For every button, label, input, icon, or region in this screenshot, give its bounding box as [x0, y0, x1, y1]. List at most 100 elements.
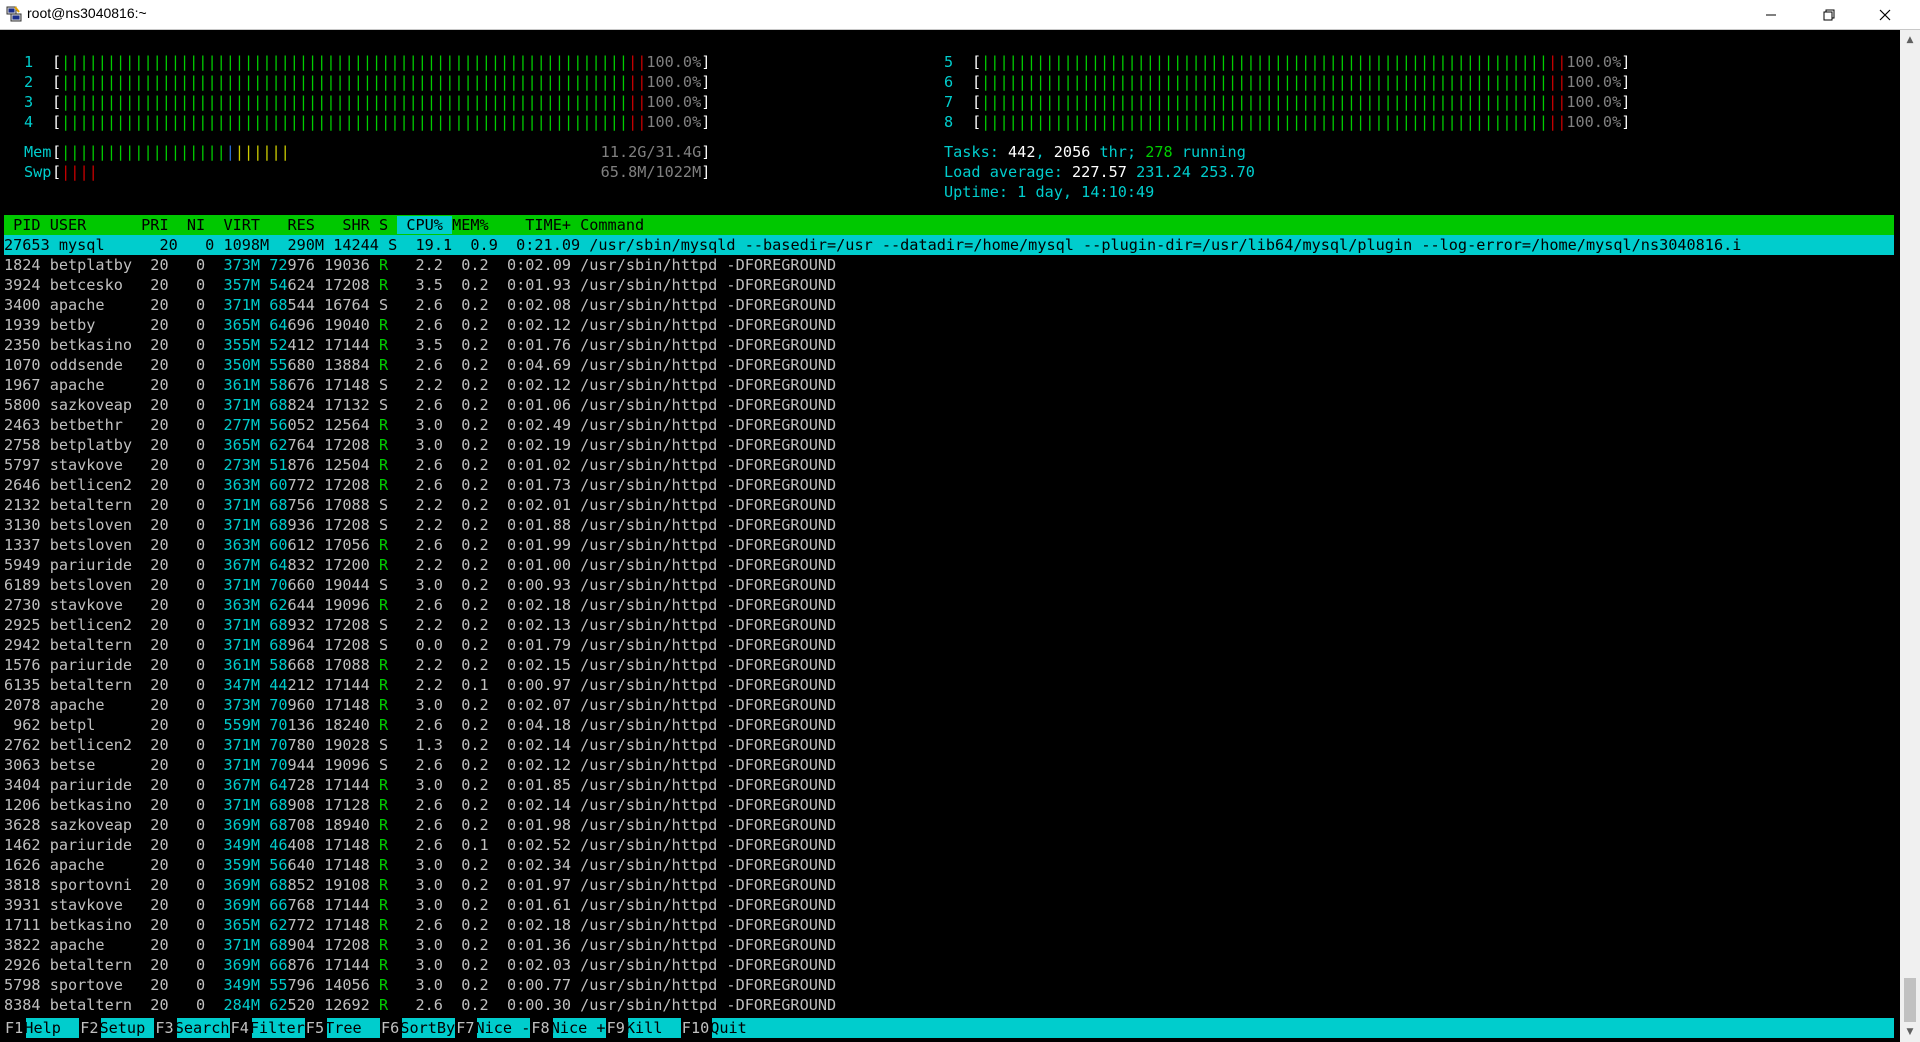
cpu-meter: 7 [|||||||||||||||||||||||||||||||||||||… [944, 92, 1630, 112]
scroll-up-icon[interactable]: ▲ [1900, 30, 1920, 50]
fkey-f4[interactable]: F4 [229, 1018, 252, 1038]
fkey-label-f2[interactable]: Setup [100, 1018, 146, 1038]
table-row[interactable]: 8384 betaltern 20 0 284M 62520 12692 R 2… [4, 995, 836, 1015]
table-row[interactable]: 2350 betkasino 20 0 355M 52412 17144 R 3… [4, 335, 836, 355]
fkey-f1[interactable]: F1 [4, 1018, 27, 1038]
table-row[interactable]: 1824 betplatby 20 0 373M 72976 19036 R 2… [4, 255, 836, 275]
column-header-pid[interactable]: PID [4, 216, 50, 234]
fkey-label-f5[interactable]: Tree [325, 1018, 362, 1038]
fkey-f2[interactable]: F2 [79, 1018, 102, 1038]
table-row[interactable]: 3931 stavkove 20 0 369M 66768 17144 R 3.… [4, 895, 836, 915]
table-row[interactable]: 1626 apache 20 0 359M 56640 17148 R 3.0 … [4, 855, 836, 875]
fkey-label-f3[interactable]: Search [175, 1018, 230, 1038]
table-row[interactable]: 1070 oddsende 20 0 350M 55680 13884 R 2.… [4, 355, 836, 375]
table-row[interactable]: 3818 sportovni 20 0 369M 68852 19108 R 3… [4, 875, 836, 895]
table-row[interactable]: 2463 betbethr 20 0 277M 56052 12564 R 3.… [4, 415, 836, 435]
cell-user: betkasino [49, 796, 142, 814]
cell-command: /usr/sbin/httpd -DFOREGROUND [580, 476, 837, 494]
table-row[interactable]: 6135 betaltern 20 0 347M 44212 17144 R 2… [4, 675, 836, 695]
fkey-f10[interactable]: F10 [680, 1018, 713, 1038]
fkey-label-f7[interactable]: Nice - [476, 1018, 531, 1038]
table-row[interactable]: 2078 apache 20 0 373M 70960 17148 R 3.0 … [4, 695, 836, 715]
cpu-bracket-open: [ [52, 113, 62, 131]
column-header-shr[interactable]: SHR [324, 216, 379, 234]
vertical-scrollbar[interactable]: ▲ ▼ [1900, 30, 1920, 1042]
minimize-button[interactable] [1748, 0, 1794, 29]
fkey-label-f9[interactable]: Kill [626, 1018, 663, 1038]
cell-time: 0:02.19 [497, 436, 581, 454]
fkey-label-f6[interactable]: SortBy [400, 1018, 455, 1038]
cell-command: /usr/sbin/httpd -DFOREGROUND [580, 716, 837, 734]
table-row[interactable]: 3404 pariuride 20 0 367M 64728 17144 R 3… [4, 775, 836, 795]
table-row[interactable]: 2926 betaltern 20 0 369M 66876 17144 R 3… [4, 955, 836, 975]
cell-state: R [378, 836, 398, 854]
table-row[interactable]: 1337 betsloven 20 0 363M 60612 17056 R 2… [4, 535, 836, 555]
column-header-virt[interactable]: VIRT [214, 216, 269, 234]
table-row[interactable]: 1576 pariuride 20 0 361M 58668 17088 R 2… [4, 655, 836, 675]
table-row[interactable]: 5949 pariuride 20 0 367M 64832 17200 R 2… [4, 555, 836, 575]
fkey-f8[interactable]: F8 [530, 1018, 553, 1038]
table-row[interactable]: 5798 sportove 20 0 349M 55796 14056 R 3.… [4, 975, 836, 995]
fkey-label-f10[interactable]: Quit [710, 1018, 747, 1038]
table-row[interactable]: 3628 sazkoveap 20 0 369M 68708 18940 R 2… [4, 815, 836, 835]
fkey-f9[interactable]: F9 [605, 1018, 628, 1038]
table-row[interactable]: 1967 apache 20 0 361M 58676 17148 S 2.2 … [4, 375, 836, 395]
terminal-area[interactable]: 1 [|||||||||||||||||||||||||||||||||||||… [0, 30, 1900, 1042]
table-row[interactable]: 3130 betsloven 20 0 371M 68936 17208 S 2… [4, 515, 836, 535]
fkey-label-f8[interactable]: Nice + [551, 1018, 606, 1038]
table-row[interactable]: 2762 betlicen2 20 0 371M 70780 19028 S 1… [4, 735, 836, 755]
table-row[interactable]: 962 betpl 20 0 559M 70136 18240 R 2.6 0.… [4, 715, 836, 735]
column-header-res[interactable]: RES [269, 216, 324, 234]
table-row[interactable]: 3063 betse 20 0 371M 70944 19096 S 2.6 0… [4, 755, 836, 775]
column-header-mem-percent[interactable]: MEM% [452, 216, 498, 234]
cell-state: R [378, 436, 398, 454]
cell-res: 60612 [269, 536, 324, 554]
cell-cpu-percent: 2.6 [397, 756, 453, 774]
table-row[interactable]: 5797 stavkove 20 0 273M 51876 12504 R 2.… [4, 455, 836, 475]
table-row[interactable]: 5800 sazkoveap 20 0 371M 68824 17132 S 2… [4, 395, 836, 415]
fkey-f7[interactable]: F7 [455, 1018, 478, 1038]
column-header-state[interactable]: S [379, 216, 397, 234]
table-row[interactable]: 1711 betkasino 20 0 365M 62772 17148 R 2… [4, 915, 836, 935]
cell-user: betaltern [49, 956, 142, 974]
table-row[interactable]: 2942 betaltern 20 0 371M 68964 17208 S 0… [4, 635, 836, 655]
close-button[interactable] [1862, 0, 1908, 29]
fkey-f3[interactable]: F3 [154, 1018, 177, 1038]
column-header-cpu-percent[interactable]: CPU% [397, 216, 453, 234]
table-row[interactable]: 2925 betlicen2 20 0 371M 68932 17208 S 2… [4, 615, 836, 635]
scrollbar-thumb[interactable] [1904, 978, 1916, 1022]
column-header-time[interactable]: TIME+ [498, 216, 580, 234]
res-thousands: 70 [269, 576, 288, 594]
selected-process-row[interactable]: 27653 mysql 20 0 1098M 290M 14244 S 19.1… [4, 235, 1894, 255]
res-units: 936 [287, 516, 325, 534]
table-row[interactable]: 1206 betkasino 20 0 371M 68908 17128 R 2… [4, 795, 836, 815]
cell-shr: 17088 [324, 656, 379, 674]
table-row[interactable]: 3822 apache 20 0 371M 68904 17208 R 3.0 … [4, 935, 836, 955]
cell-res: 44212 [269, 676, 324, 694]
table-row[interactable]: 1939 betby 20 0 365M 64696 19040 R 2.6 0… [4, 315, 836, 335]
fkey-f6[interactable]: F6 [380, 1018, 403, 1038]
process-list[interactable]: 1824 betplatby 20 0 373M 72976 19036 R 2… [4, 255, 836, 1015]
restore-button[interactable] [1806, 0, 1852, 29]
process-table-header[interactable]: PID USER PRI NI VIRT RES SHR S CPU% MEM%… [4, 215, 1894, 235]
table-row[interactable]: 1462 pariuride 20 0 349M 46408 17148 R 2… [4, 835, 836, 855]
scroll-down-icon[interactable]: ▼ [1900, 1022, 1920, 1042]
fkey-label-f4[interactable]: Filter [250, 1018, 305, 1038]
table-row[interactable]: 6189 betsloven 20 0 371M 70660 19044 S 3… [4, 575, 836, 595]
fkey-label-f1[interactable]: Help [24, 1018, 61, 1038]
table-row[interactable]: 3400 apache 20 0 371M 68544 16764 S 2.6 … [4, 295, 836, 315]
column-header-user[interactable]: USER [50, 216, 141, 234]
cell-res: 62520 [269, 996, 324, 1014]
table-row[interactable]: 2730 stavkove 20 0 363M 62644 19096 R 2.… [4, 595, 836, 615]
putty-icon[interactable] [6, 6, 22, 22]
cpu-meter: 5 [|||||||||||||||||||||||||||||||||||||… [944, 52, 1630, 72]
fkey-f5[interactable]: F5 [304, 1018, 328, 1038]
table-row[interactable]: 2646 betlicen2 20 0 363M 60772 17208 R 2… [4, 475, 836, 495]
table-row[interactable]: 2758 betplatby 20 0 365M 62764 17208 R 3… [4, 435, 836, 455]
table-row[interactable]: 2132 betaltern 20 0 371M 68756 17088 S 2… [4, 495, 836, 515]
column-header-command[interactable]: Command [580, 216, 644, 234]
column-header-nice[interactable]: NI [178, 216, 215, 234]
table-row[interactable]: 3924 betcesko 20 0 357M 54624 17208 R 3.… [4, 275, 836, 295]
cpu-bracket-open: [ [52, 53, 62, 71]
column-header-priority[interactable]: PRI [141, 216, 178, 234]
